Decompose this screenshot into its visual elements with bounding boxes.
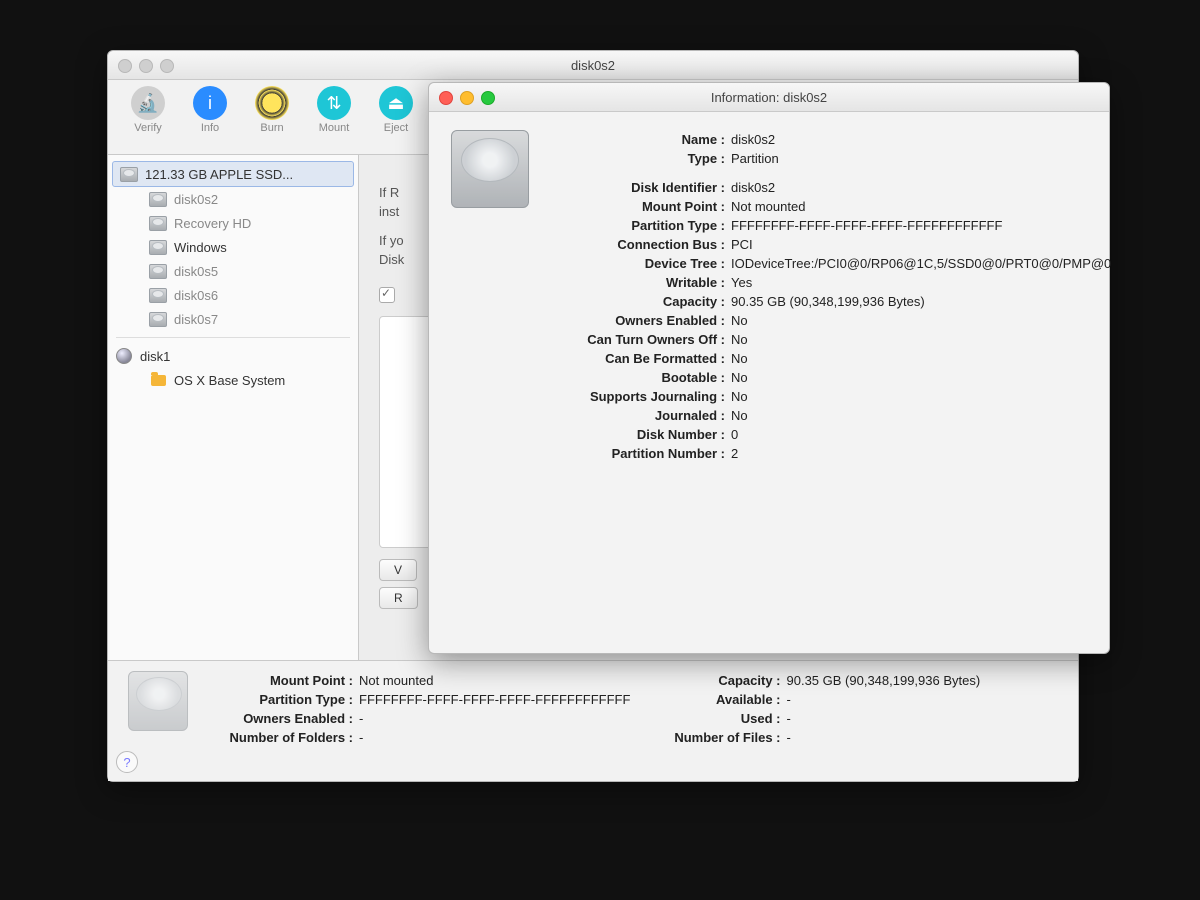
main-titlebar[interactable]: disk0s2 xyxy=(108,51,1078,80)
burn-icon xyxy=(255,86,289,120)
toolbar-info[interactable]: i Info xyxy=(188,86,232,134)
globe-icon xyxy=(114,348,134,364)
microscope-icon: 🔬 xyxy=(131,86,165,120)
sidebar-separator xyxy=(116,337,350,338)
zoom-icon[interactable] xyxy=(160,59,174,73)
disk-icon xyxy=(119,166,139,182)
sidebar-partition-disk0s7[interactable]: disk0s7 xyxy=(108,307,358,331)
verify-disk-button[interactable]: V xyxy=(379,559,417,581)
sidebar-partition-recovery[interactable]: Recovery HD xyxy=(108,211,358,235)
footer-col-left: Mount Point :Not mounted Partition Type … xyxy=(203,671,631,771)
minimize-icon[interactable] xyxy=(460,91,474,105)
info-window: Information: disk0s2 Name :disk0s2 Type … xyxy=(428,82,1110,654)
repair-disk-button[interactable]: R xyxy=(379,587,418,609)
disk-icon xyxy=(148,287,168,303)
footer-col-right: Capacity :90.35 GB (90,348,199,936 Bytes… xyxy=(631,671,1059,771)
toolbar-eject[interactable]: ⏏ Eject xyxy=(374,86,418,134)
minimize-icon[interactable] xyxy=(139,59,153,73)
disk-icon xyxy=(148,215,168,231)
sidebar-partition-disk0s2[interactable]: disk0s2 xyxy=(108,187,358,211)
disk-icon xyxy=(148,239,168,255)
main-window-title: disk0s2 xyxy=(108,58,1078,73)
disk-icon xyxy=(451,130,529,210)
close-icon[interactable] xyxy=(439,91,453,105)
sidebar-osx-base-system[interactable]: OS X Base System xyxy=(108,368,358,392)
device-sidebar[interactable]: 121.33 GB APPLE SSD... disk0s2 Recovery … xyxy=(108,155,359,715)
folder-icon xyxy=(148,372,168,388)
info-icon: i xyxy=(193,86,227,120)
help-button[interactable]: ? xyxy=(116,751,138,773)
disk-icon xyxy=(148,263,168,279)
toolbar-verify[interactable]: 🔬 Verify xyxy=(126,86,170,134)
info-window-title: Information: disk0s2 xyxy=(429,90,1109,105)
toolbar-burn[interactable]: Burn xyxy=(250,86,294,134)
zoom-icon[interactable] xyxy=(481,91,495,105)
mount-icon: ⇅ xyxy=(317,86,351,120)
info-titlebar[interactable]: Information: disk0s2 xyxy=(429,83,1109,112)
sidebar-partition-windows[interactable]: Windows xyxy=(108,235,358,259)
sidebar-device-1[interactable]: disk1 xyxy=(108,344,358,368)
close-icon[interactable] xyxy=(118,59,132,73)
info-properties: Name :disk0s2 Type :Partition Disk Ident… xyxy=(555,130,1111,463)
main-footer: Mount Point :Not mounted Partition Type … xyxy=(108,660,1078,781)
sidebar-partition-disk0s6[interactable]: disk0s6 xyxy=(108,283,358,307)
show-details-checkbox[interactable] xyxy=(379,287,395,303)
disk-icon xyxy=(148,311,168,327)
disk-icon xyxy=(148,191,168,207)
sidebar-device-0[interactable]: 121.33 GB APPLE SSD... xyxy=(112,161,354,187)
sidebar-partition-disk0s5[interactable]: disk0s5 xyxy=(108,259,358,283)
toolbar-mount[interactable]: ⇅ Mount xyxy=(312,86,356,134)
eject-icon: ⏏ xyxy=(379,86,413,120)
